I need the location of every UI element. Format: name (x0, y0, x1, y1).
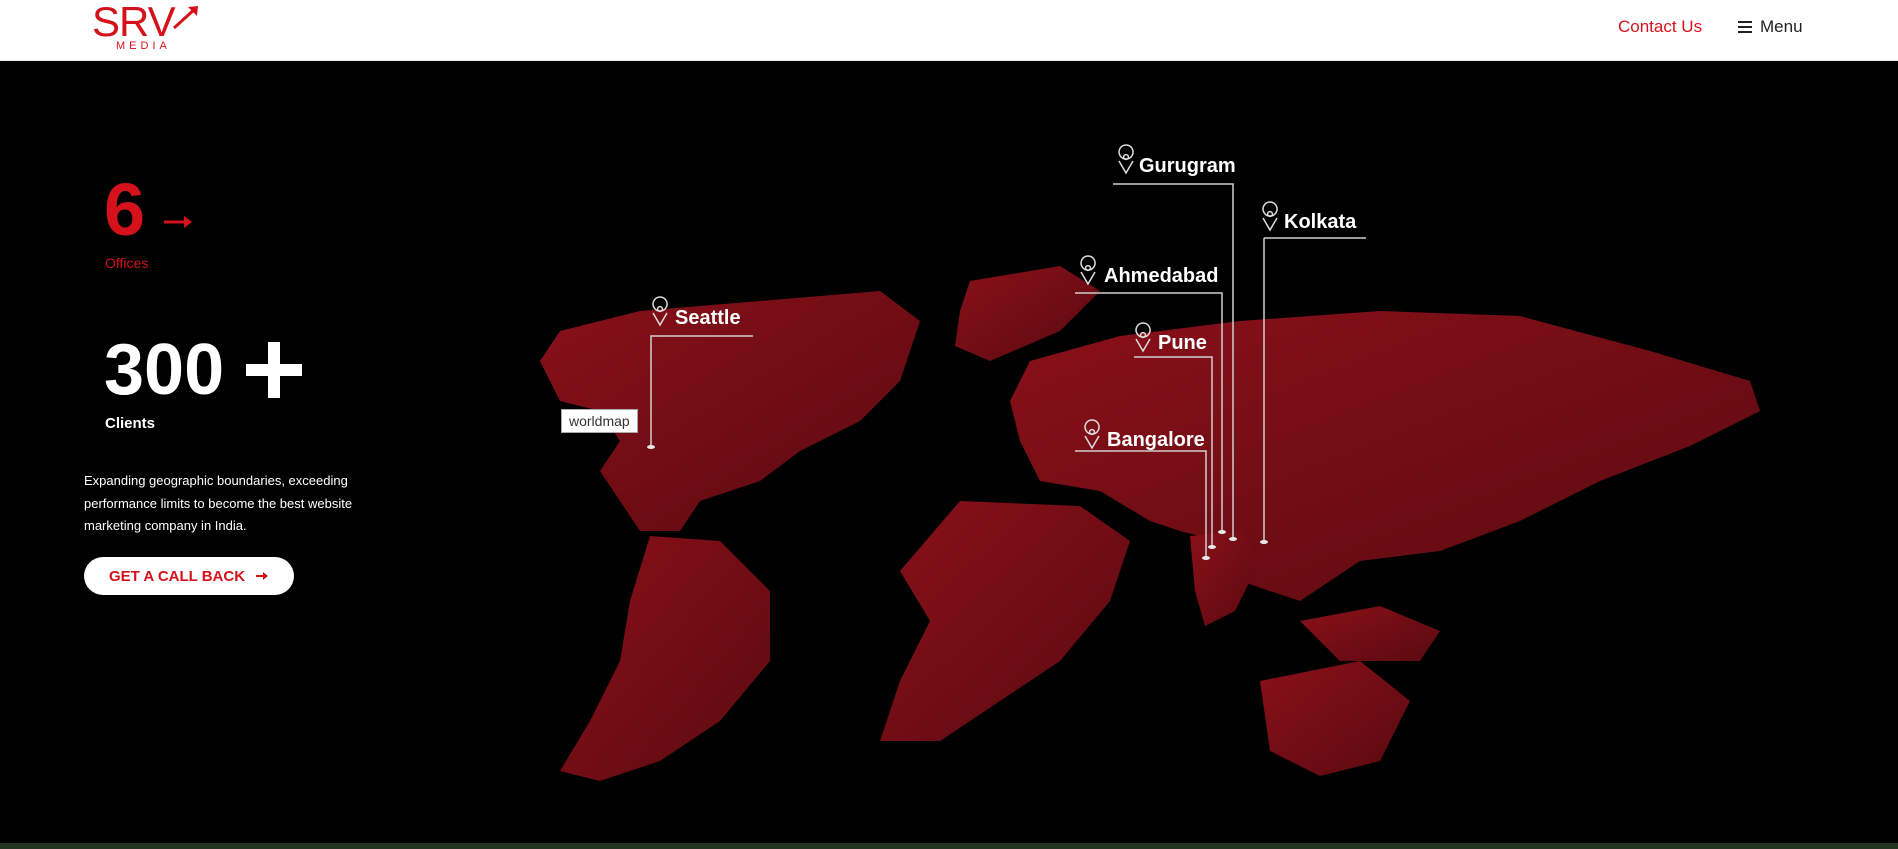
arrow-right-icon (164, 216, 192, 228)
offices-count: 6 (104, 168, 146, 251)
india-shape (1190, 531, 1260, 626)
city-label-bangalore: Bangalore (1107, 429, 1205, 451)
arrow-right-icon (256, 572, 269, 580)
city-label-gurugram: Gurugram (1139, 155, 1236, 177)
menu-button[interactable]: Menu (1738, 17, 1803, 37)
logo-arrow-icon (172, 6, 198, 30)
map-pin-icon (1118, 144, 1134, 175)
srv-media-logo[interactable]: SRV MEDIA (92, 0, 202, 56)
city-label-seattle: Seattle (675, 307, 741, 329)
clients-count: 300 (104, 330, 225, 410)
get-a-call-back-button[interactable]: GET A CALL BACK (84, 557, 294, 595)
africa-shape (880, 501, 1130, 741)
tagline-text: Expanding geographic boundaries, exceedi… (84, 473, 353, 533)
map-pin-icon (1262, 201, 1278, 232)
logo-subtext: MEDIA (116, 40, 171, 52)
clients-label: Clients (105, 415, 156, 432)
australia-shape (1260, 661, 1410, 776)
plus-icon (246, 342, 302, 398)
city-label-kolkata: Kolkata (1284, 211, 1357, 233)
city-label-ahmedabad: Ahmedabad (1104, 265, 1218, 287)
greenland-shape (955, 266, 1100, 361)
site-header: SRV MEDIA Contact Us Menu (0, 0, 1898, 61)
world-map: Gurugram Kolkata Ahmedabad Seattle Pune … (540, 144, 1760, 781)
offices-label: Offices (105, 255, 149, 271)
bottom-strip (0, 843, 1898, 849)
cta-label: GET A CALL BACK (108, 567, 246, 585)
menu-label: Menu (1760, 17, 1803, 36)
contact-us-link[interactable]: Contact Us (1618, 17, 1702, 37)
hamburger-icon (1738, 21, 1752, 33)
city-label-pune: Pune (1158, 332, 1207, 354)
map-pin-icon (1080, 255, 1096, 286)
south-america-shape (560, 536, 770, 781)
se-asia-shape (1300, 606, 1440, 661)
map-alt-text-badge: worldmap (561, 409, 638, 433)
